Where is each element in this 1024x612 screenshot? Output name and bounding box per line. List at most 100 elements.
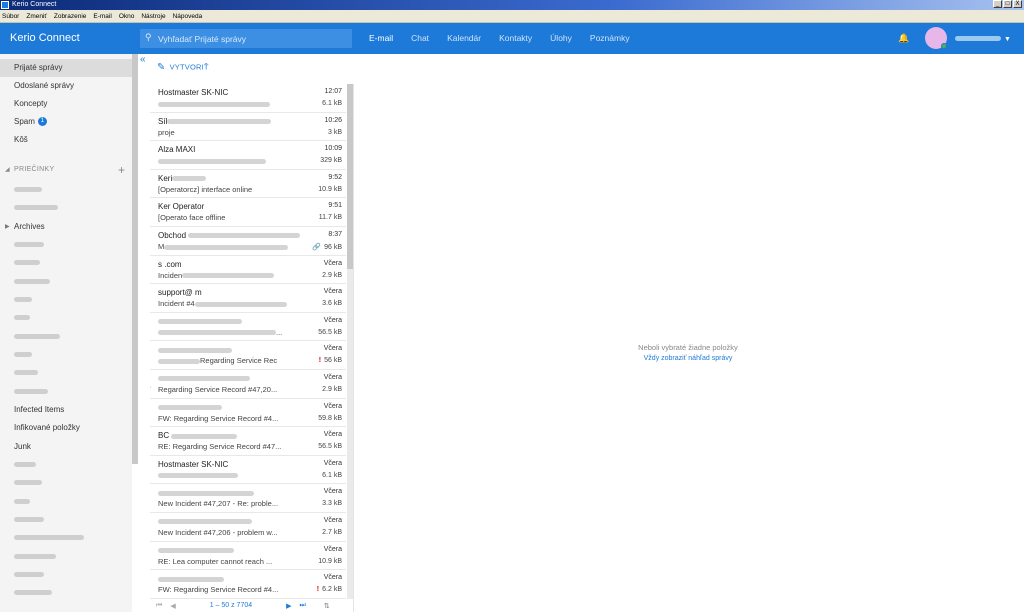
sidebar-item-spam[interactable]: Spam 1 — [0, 113, 132, 131]
folder-item[interactable] — [0, 493, 132, 511]
tab-calendar[interactable]: Kalendár — [438, 23, 490, 54]
sidebar-item-sent[interactable]: Odoslané správy — [0, 77, 132, 95]
folder-item[interactable] — [0, 474, 132, 492]
folder-item[interactable] — [0, 584, 132, 602]
folder-item[interactable] — [0, 456, 132, 474]
sidebar-item-inbox[interactable]: Prijaté správy — [0, 59, 132, 77]
message-size: 2.9 kB — [322, 271, 342, 279]
list-item[interactable]: Hostmaster SK-NIC Včera 6.1 kB — [150, 456, 346, 485]
folder-item[interactable] — [0, 364, 132, 382]
add-folder-button[interactable]: + — [118, 163, 125, 177]
list-item[interactable]: ... Včera 56.5 kB — [150, 313, 346, 342]
message-subject: [Operato face offline — [158, 213, 226, 223]
list-item[interactable]: FW: Regarding Service Record #4... Včera… — [150, 570, 346, 599]
folder-item[interactable] — [0, 511, 132, 529]
folder-item[interactable] — [0, 529, 132, 547]
message-subject: ... — [158, 328, 308, 337]
list-item[interactable]: s .com Inciden Včera 2.9 kB — [150, 256, 346, 285]
list-item[interactable]: FW: Regarding Service Record #4... Včera… — [150, 399, 346, 428]
folder-item-junk[interactable]: Junk — [0, 438, 132, 456]
sidebar-item-label: Koncepty — [14, 99, 48, 108]
tab-email[interactable]: E-mail — [360, 23, 402, 54]
folder-name-redacted — [14, 554, 56, 560]
compose-button[interactable]: ✎ VYTVORIŤ — [157, 62, 209, 73]
tab-tasks[interactable]: Úlohy — [541, 23, 581, 54]
folder-item[interactable] — [0, 548, 132, 566]
sidebar-item-drafts[interactable]: Koncepty — [0, 95, 132, 113]
sidebar-scrollbar[interactable] — [132, 54, 138, 464]
folder-item[interactable] — [0, 309, 132, 327]
folder-item[interactable] — [0, 291, 132, 309]
pane-divider[interactable] — [353, 84, 354, 612]
folder-item[interactable] — [0, 236, 132, 254]
sort-icon[interactable]: ⇅ — [324, 602, 330, 610]
message-size: ! 6.2 kB — [316, 586, 342, 594]
prev-page-icon[interactable]: ◀ — [170, 602, 175, 610]
menu-window[interactable]: Okno — [119, 13, 135, 20]
search-box[interactable]: ⚲ — [140, 29, 352, 48]
folder-item[interactable] — [0, 199, 132, 217]
folder-item[interactable] — [0, 273, 132, 291]
message-from: Keri — [158, 174, 308, 183]
folder-name-redacted — [14, 205, 58, 211]
message-time: Včera — [323, 459, 342, 467]
list-item[interactable]: New Incident #47,207 - Re: proble... Vče… — [150, 484, 346, 513]
tab-notes[interactable]: Poznámky — [581, 23, 639, 54]
folder-item[interactable] — [0, 383, 132, 401]
menu-view[interactable]: Zobrazenie — [54, 13, 87, 20]
folder-item[interactable] — [0, 328, 132, 346]
last-page-icon[interactable]: ⏭ — [300, 602, 306, 610]
search-input[interactable] — [158, 29, 348, 48]
flag-icon: ! — [318, 357, 322, 365]
menu-edit[interactable]: Zmeniť — [26, 13, 47, 20]
message-size: ! 56 kB — [318, 357, 342, 365]
avatar[interactable] — [925, 27, 947, 49]
menu-help[interactable]: Nápoveda — [173, 13, 203, 20]
folder-name-redacted — [14, 480, 42, 486]
folder-item[interactable] — [0, 346, 132, 364]
list-item[interactable]: RE: Lea computer cannot reach ... Včera … — [150, 542, 346, 571]
message-size: 10.9 kB — [318, 185, 342, 193]
next-page-icon[interactable]: ▶ — [286, 602, 291, 610]
menu-email[interactable]: E-mail — [93, 13, 111, 20]
first-page-icon[interactable]: ⏮ — [156, 602, 162, 610]
list-item[interactable]: Ker Operator [Operato face offline 9:51 … — [150, 198, 346, 227]
sidebar-item-trash[interactable]: Kôš — [0, 131, 132, 149]
close-button[interactable]: X — [1013, 0, 1022, 8]
list-item[interactable]: BC RE: Regarding Service Record #47... V… — [150, 427, 346, 456]
folders-header[interactable]: ◢ PRIEČINKY — [5, 166, 54, 173]
message-time: Včera — [323, 517, 342, 524]
folder-item-archives[interactable]: ▶ Archives — [0, 218, 132, 236]
folder-item[interactable] — [0, 181, 132, 199]
always-preview-link[interactable]: Vždy zobraziť náhľad správy — [560, 355, 816, 362]
list-item[interactable]: support@ m Incident #4 Včera 3.6 kB — [150, 284, 346, 313]
message-size: 3.6 kB — [322, 300, 342, 308]
compose-label: VYTVORIŤ — [169, 62, 209, 72]
menu-file[interactable]: Súbor — [2, 13, 19, 20]
folder-item[interactable] — [0, 566, 132, 584]
folder-item[interactable] — [0, 254, 132, 272]
list-item[interactable]: Keri [Operatorcz] interface online 9:52 … — [150, 170, 346, 199]
list-item[interactable]: Alza MAXI 10:09 329 kB — [150, 141, 346, 170]
list-item[interactable]: Hostmaster SK-NIC 12:07 6.1 kB — [150, 84, 346, 113]
list-item[interactable]: ↩ Regarding Service Record #47,20... Vče… — [150, 370, 346, 399]
user-menu[interactable]: ▼ — [955, 23, 1011, 54]
app-logo[interactable]: Kerio Connect — [10, 23, 80, 54]
list-item[interactable]: Síl proje 10:26 3 kB — [150, 113, 346, 142]
tab-chat[interactable]: Chat — [402, 23, 438, 54]
bell-icon[interactable]: 🔔 — [898, 33, 909, 44]
tab-contacts[interactable]: Kontakty — [490, 23, 541, 54]
folder-item-infikovane[interactable]: Infikované položky — [0, 419, 132, 437]
menu-tools[interactable]: Nástroje — [141, 13, 165, 20]
maximize-button[interactable]: □ — [1003, 0, 1012, 8]
expand-arrow-icon[interactable]: ▶ — [5, 218, 10, 236]
list-item[interactable]: New Incident #47,206 - problem w... Včer… — [150, 513, 346, 542]
minimize-button[interactable]: _ — [993, 0, 1002, 8]
list-item[interactable]: Regarding Service Rec Včera ! 56 kB — [150, 341, 346, 370]
list-item[interactable]: Obchod M 8:37 🔗 96 kB — [150, 227, 346, 256]
sidebar-item-label: Prijaté správy — [14, 63, 63, 72]
message-time: 10:09 — [324, 145, 342, 153]
collapse-sidebar-button[interactable]: « — [140, 54, 146, 65]
folder-item-infected[interactable]: Infected Items — [0, 401, 132, 419]
message-from: Hostmaster SK-NIC — [158, 459, 229, 469]
